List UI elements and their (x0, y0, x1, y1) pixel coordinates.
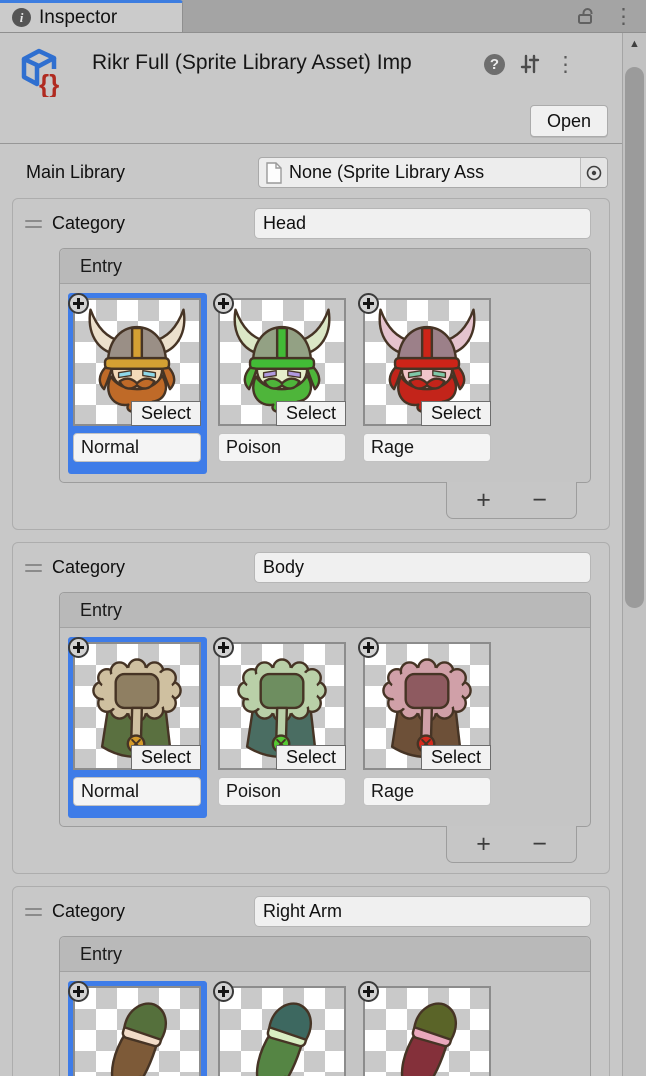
category-group: Category Head Entry Select Normal (12, 198, 610, 530)
object-picker-icon[interactable] (580, 158, 607, 187)
category-name-field[interactable]: Body (254, 552, 591, 583)
drag-handle-icon[interactable] (25, 908, 42, 916)
drag-handle-icon[interactable] (25, 564, 42, 572)
category-name-field[interactable]: Head (254, 208, 591, 239)
sprite-entry[interactable]: Select Rage (358, 981, 497, 1076)
main-library-value: None (Sprite Library Ass (289, 162, 580, 183)
select-sprite-button[interactable]: Select (276, 745, 346, 770)
add-overlay-icon[interactable] (68, 981, 89, 1002)
category-label: Category (52, 213, 254, 234)
add-overlay-icon[interactable] (358, 637, 379, 658)
sprite-thumbnail[interactable]: Select (218, 642, 346, 770)
entry-name-field[interactable]: Poison (218, 777, 346, 806)
tab-inspector[interactable]: i Inspector (0, 0, 183, 32)
add-overlay-icon[interactable] (68, 293, 89, 314)
entry-name-field[interactable]: Poison (218, 433, 346, 462)
select-sprite-button[interactable]: Select (131, 401, 201, 426)
help-icon[interactable]: ? (484, 54, 505, 75)
sprite-entry[interactable]: Select Poison (213, 637, 352, 818)
sprite-thumbnail[interactable]: Select (73, 298, 201, 426)
entry-list: Entry Select Normal Select Poison (59, 936, 591, 1076)
entry-list-header: Entry (60, 593, 590, 628)
add-overlay-icon[interactable] (213, 293, 234, 314)
main-library-label: Main Library (26, 162, 258, 183)
sprite-entry[interactable]: Select Rage (358, 293, 497, 474)
main-library-row: Main Library None (Sprite Library Ass (26, 157, 608, 188)
document-icon (265, 162, 283, 184)
kebab-menu-icon[interactable]: ⋮ (613, 6, 634, 27)
remove-entry-button[interactable]: − (512, 832, 568, 857)
select-sprite-button[interactable]: Select (421, 401, 491, 426)
entry-list: Entry Select Normal Select (59, 248, 591, 483)
viking-arm-sprite (220, 988, 344, 1076)
entry-list-header: Entry (60, 937, 590, 972)
entry-list-header: Entry (60, 249, 590, 284)
entry-list-footer: + − (446, 826, 577, 863)
scroll-up-arrow[interactable]: ▲ (623, 33, 646, 55)
entry-name-field[interactable]: Normal (73, 433, 201, 462)
svg-text:{}: {} (39, 69, 59, 97)
add-overlay-icon[interactable] (358, 981, 379, 1002)
entry-list: Entry Select Normal Select (59, 592, 591, 827)
sprite-entry[interactable]: Select Rage (358, 637, 497, 818)
category-name-field[interactable]: Right Arm (254, 896, 591, 927)
category-group: Category Body Entry Select Nor (12, 542, 610, 874)
tab-label: Inspector (39, 7, 117, 29)
main-library-object-field[interactable]: None (Sprite Library Ass (258, 157, 608, 188)
sprite-library-asset-icon: {} (14, 45, 66, 97)
add-overlay-icon[interactable] (213, 981, 234, 1002)
add-entry-button[interactable]: + (456, 832, 512, 857)
asset-title: Rikr Full (Sprite Library Asset) Imp (92, 51, 480, 75)
category-group: Category Right Arm Entry Select Normal S… (12, 886, 610, 1076)
scrollbar-thumb[interactable] (625, 67, 644, 608)
sprite-thumbnail[interactable]: Select (363, 298, 491, 426)
sprite-entry[interactable]: Select Normal (68, 293, 207, 474)
sprite-entry[interactable]: Select Normal (68, 981, 207, 1076)
drag-handle-icon[interactable] (25, 220, 42, 228)
entry-list-footer: + − (446, 482, 577, 519)
viking-arm-sprite (365, 988, 489, 1076)
add-overlay-icon[interactable] (68, 637, 89, 658)
add-overlay-icon[interactable] (213, 637, 234, 658)
tab-bar: i Inspector ⋮ (0, 0, 646, 33)
sprite-thumbnail[interactable]: Select (218, 986, 346, 1076)
entry-name-field[interactable]: Rage (363, 433, 491, 462)
open-button[interactable]: Open (530, 105, 608, 137)
entry-name-field[interactable]: Normal (73, 777, 201, 806)
kebab-menu-icon[interactable]: ⋮ (555, 54, 576, 75)
sprite-entry[interactable]: Select Normal (68, 637, 207, 818)
category-label: Category (52, 901, 254, 922)
sprite-thumbnail[interactable]: Select (363, 642, 491, 770)
select-sprite-button[interactable]: Select (131, 745, 201, 770)
sprite-entry[interactable]: Select Poison (213, 981, 352, 1076)
sprite-thumbnail[interactable]: Select (73, 642, 201, 770)
info-icon: i (12, 8, 31, 27)
viking-arm-sprite (75, 988, 199, 1076)
add-overlay-icon[interactable] (358, 293, 379, 314)
unlock-icon[interactable] (575, 5, 597, 27)
select-sprite-button[interactable]: Select (421, 745, 491, 770)
inspector-header: {} Rikr Full (Sprite Library Asset) Imp … (0, 33, 622, 144)
scrollbar[interactable]: ▲ (622, 33, 646, 1076)
sprite-thumbnail[interactable]: Select (218, 298, 346, 426)
select-sprite-button[interactable]: Select (276, 401, 346, 426)
presets-icon[interactable] (519, 53, 541, 75)
remove-entry-button[interactable]: − (512, 488, 568, 513)
add-entry-button[interactable]: + (456, 488, 512, 513)
entry-name-field[interactable]: Rage (363, 777, 491, 806)
sprite-thumbnail[interactable]: Select (363, 986, 491, 1076)
category-label: Category (52, 557, 254, 578)
sprite-entry[interactable]: Select Poison (213, 293, 352, 474)
sprite-thumbnail[interactable]: Select (73, 986, 201, 1076)
